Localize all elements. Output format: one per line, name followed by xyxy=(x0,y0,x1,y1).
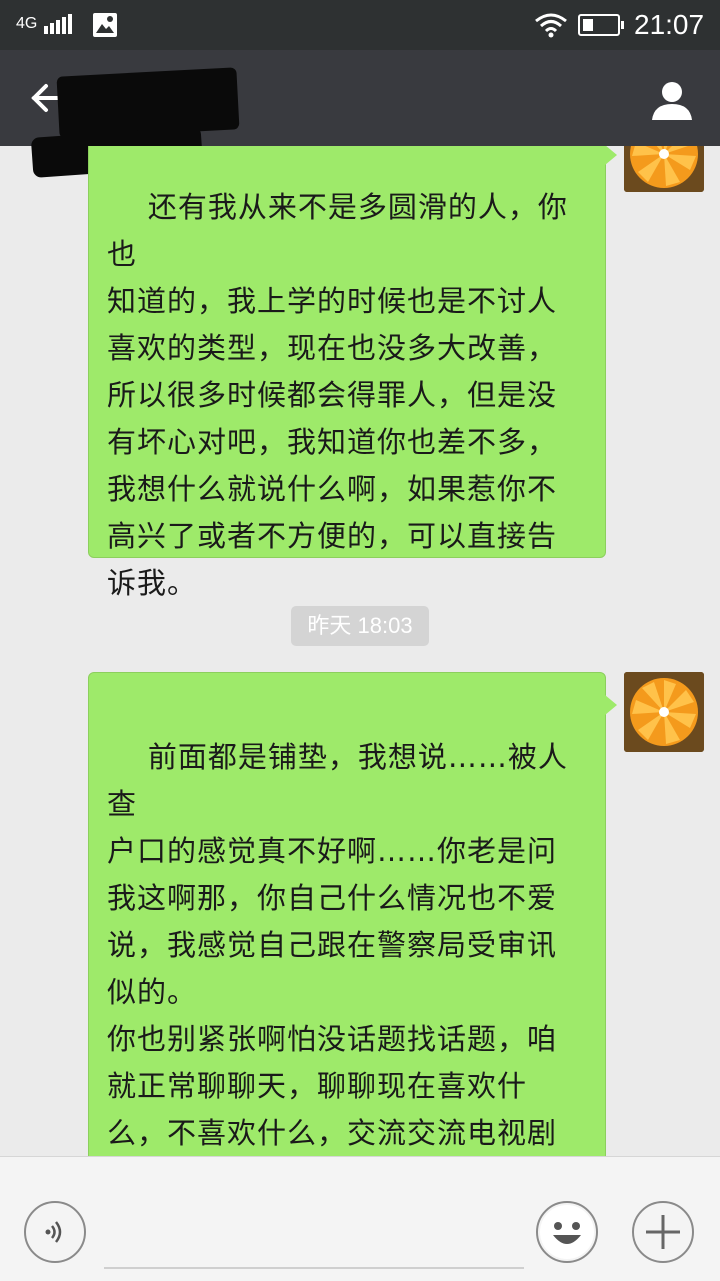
emoji-button[interactable] xyxy=(536,1201,598,1263)
chat-title-bar xyxy=(0,50,720,178)
gallery-icon xyxy=(93,13,117,37)
message-input[interactable] xyxy=(104,1221,524,1269)
message-text: 前面都是铺垫，我想说……被人查 户口的感觉真不好啊……你老是问 我这啊那，你自己… xyxy=(107,740,568,1150)
network-type: 4G xyxy=(16,15,38,32)
plus-icon xyxy=(646,1215,680,1249)
signal-icon xyxy=(44,14,72,34)
message-text: 还有我从来不是多圆滑的人，你也 知道的，我上学的时候也是不讨人 喜欢的类型，现在… xyxy=(107,190,568,600)
message-bubble[interactable]: 还有我从来不是多圆滑的人，你也 知道的，我上学的时候也是不讨人 喜欢的类型，现在… xyxy=(88,146,617,600)
profile-icon[interactable] xyxy=(650,78,694,122)
timestamp-badge: 昨天 18:03 xyxy=(291,606,429,646)
status-bar: 4G 21:07 xyxy=(0,0,720,50)
clock: 21:07 xyxy=(634,9,705,40)
avatar[interactable] xyxy=(624,146,704,192)
voice-button[interactable] xyxy=(24,1201,86,1263)
input-bar xyxy=(0,1156,720,1281)
redaction-scribble xyxy=(56,67,240,139)
chat-area[interactable]: 还有我从来不是多圆滑的人，你也 知道的，我上学的时候也是不讨人 喜欢的类型，现在… xyxy=(0,146,720,1156)
message-bubble[interactable]: 前面都是铺垫，我想说……被人查 户口的感觉真不好啊……你老是问 我这啊那，你自己… xyxy=(88,672,617,1156)
avatar[interactable] xyxy=(624,672,704,752)
emoji-icon xyxy=(540,1205,594,1259)
wifi-icon xyxy=(535,13,567,38)
battery-icon xyxy=(578,14,624,36)
voice-icon xyxy=(45,1221,62,1243)
more-button[interactable] xyxy=(632,1201,694,1263)
